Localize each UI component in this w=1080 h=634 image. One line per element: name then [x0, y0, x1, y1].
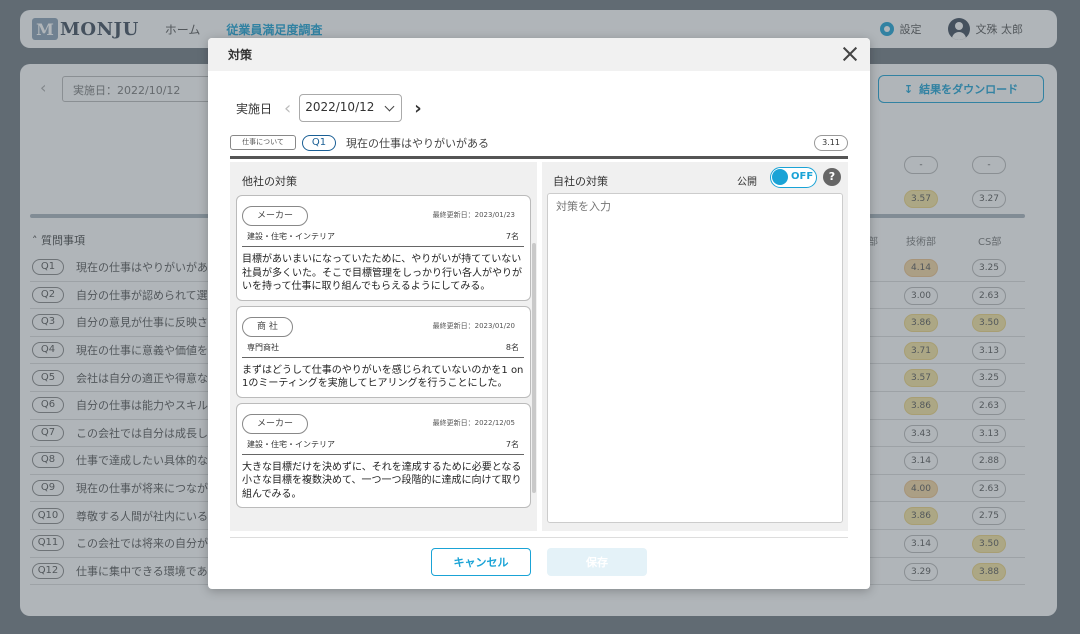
question-score: 3.11	[814, 134, 848, 151]
question-text: 現在の仕事はやりがいがある	[346, 136, 489, 150]
save-button[interactable]: 保存	[547, 548, 647, 576]
countermeasure-card: メーカー 最終更新日：2022/12/05 建設・住宅・インテリア 7名大きな目標だけ…	[236, 402, 531, 508]
industry-tag: メーカー	[242, 413, 309, 434]
updated-date: 最終更新日：2022/12/05	[432, 418, 515, 427]
date-label: 実施日	[236, 101, 273, 116]
card-meta: 建設・住宅・インテリア 7名	[242, 231, 524, 247]
modal-title: 対策	[228, 48, 253, 62]
date-value: 2022/10/12	[305, 100, 375, 114]
industry-tag: メーカー	[242, 206, 309, 226]
countermeasure-card: メーカー 最終更新日：2023/01/23 建設・住宅・インテリア 7名目標があいまい…	[236, 195, 531, 301]
card-body: 目標があいまいになっていたために、やりがいが持てていない社員が多くいた。そこで目…	[242, 254, 522, 292]
member-count: 7名	[505, 439, 519, 449]
scrollbar[interactable]	[532, 243, 536, 493]
updated-date: 最終更新日：2023/01/20	[432, 321, 515, 330]
industry-name: 建設・住宅・インテリア	[247, 232, 335, 241]
chevron-left-icon[interactable]: ‹	[284, 98, 291, 119]
chevron-right-icon[interactable]: ›	[414, 98, 421, 119]
own-company-panel: 自社の対策 公開 OFF ?	[542, 162, 848, 531]
footer-divider	[230, 537, 848, 538]
help-icon[interactable]: ?	[823, 168, 841, 186]
industry-tag: 商 社	[242, 316, 293, 337]
card-meta: 建設・住宅・インテリア 7名	[242, 439, 524, 455]
industry-name: 建設・住宅・インテリア	[247, 439, 335, 449]
industry-name: 専門商社	[247, 342, 279, 352]
other-companies-panel: 他社の対策 メーカー 最終更新日：2023/01/23 建設・住宅・インテリア 7名目…	[230, 162, 537, 531]
member-count: 8名	[505, 342, 519, 352]
updated-date: 最終更新日：2023/01/23	[432, 211, 515, 219]
member-count: 7名	[505, 232, 519, 241]
countermeasure-input[interactable]	[547, 193, 843, 523]
close-icon[interactable]	[842, 46, 858, 62]
question-row: 仕事について Q1 現在の仕事はやりがいがある 3.11	[230, 133, 848, 159]
public-label: 公開	[737, 177, 757, 188]
date-select[interactable]: 2022/10/12	[299, 94, 403, 122]
toggle-text: OFF	[791, 171, 814, 182]
countermeasure-card: 商 社 最終更新日：2023/01/20 専門商社 8名まずはどうして仕事のやりがいを…	[236, 305, 531, 398]
date-row: 実施日 ‹ 2022/10/12 ›	[236, 94, 422, 122]
other-companies-title: 他社の対策	[242, 175, 297, 188]
card-list[interactable]: メーカー 最終更新日：2023/01/23 建設・住宅・インテリア 7名 目標があいまい…	[236, 195, 531, 513]
question-id: Q1	[302, 134, 336, 151]
category-tag: 仕事について	[230, 135, 296, 150]
cancel-button[interactable]: キャンセル	[431, 548, 531, 576]
card-body: まずはどうして仕事のやりがいを感じられていないのかを1 on 1のミーティングを…	[242, 364, 524, 390]
modal-header: 対策	[208, 38, 870, 71]
chevron-down-icon	[384, 101, 395, 112]
public-toggle[interactable]: OFF	[770, 167, 817, 188]
own-company-title: 自社の対策	[553, 175, 608, 188]
card-body: 大きな目標だけを決めずに、それを達成するために必要となる小さな目標を複数決めて、…	[242, 461, 522, 500]
toggle-knob	[772, 169, 788, 185]
card-meta: 専門商社 8名	[242, 342, 524, 358]
countermeasure-modal: 対策 実施日 ‹ 2022/10/12 › 仕事について Q1 現在の仕事はやり…	[208, 38, 870, 589]
